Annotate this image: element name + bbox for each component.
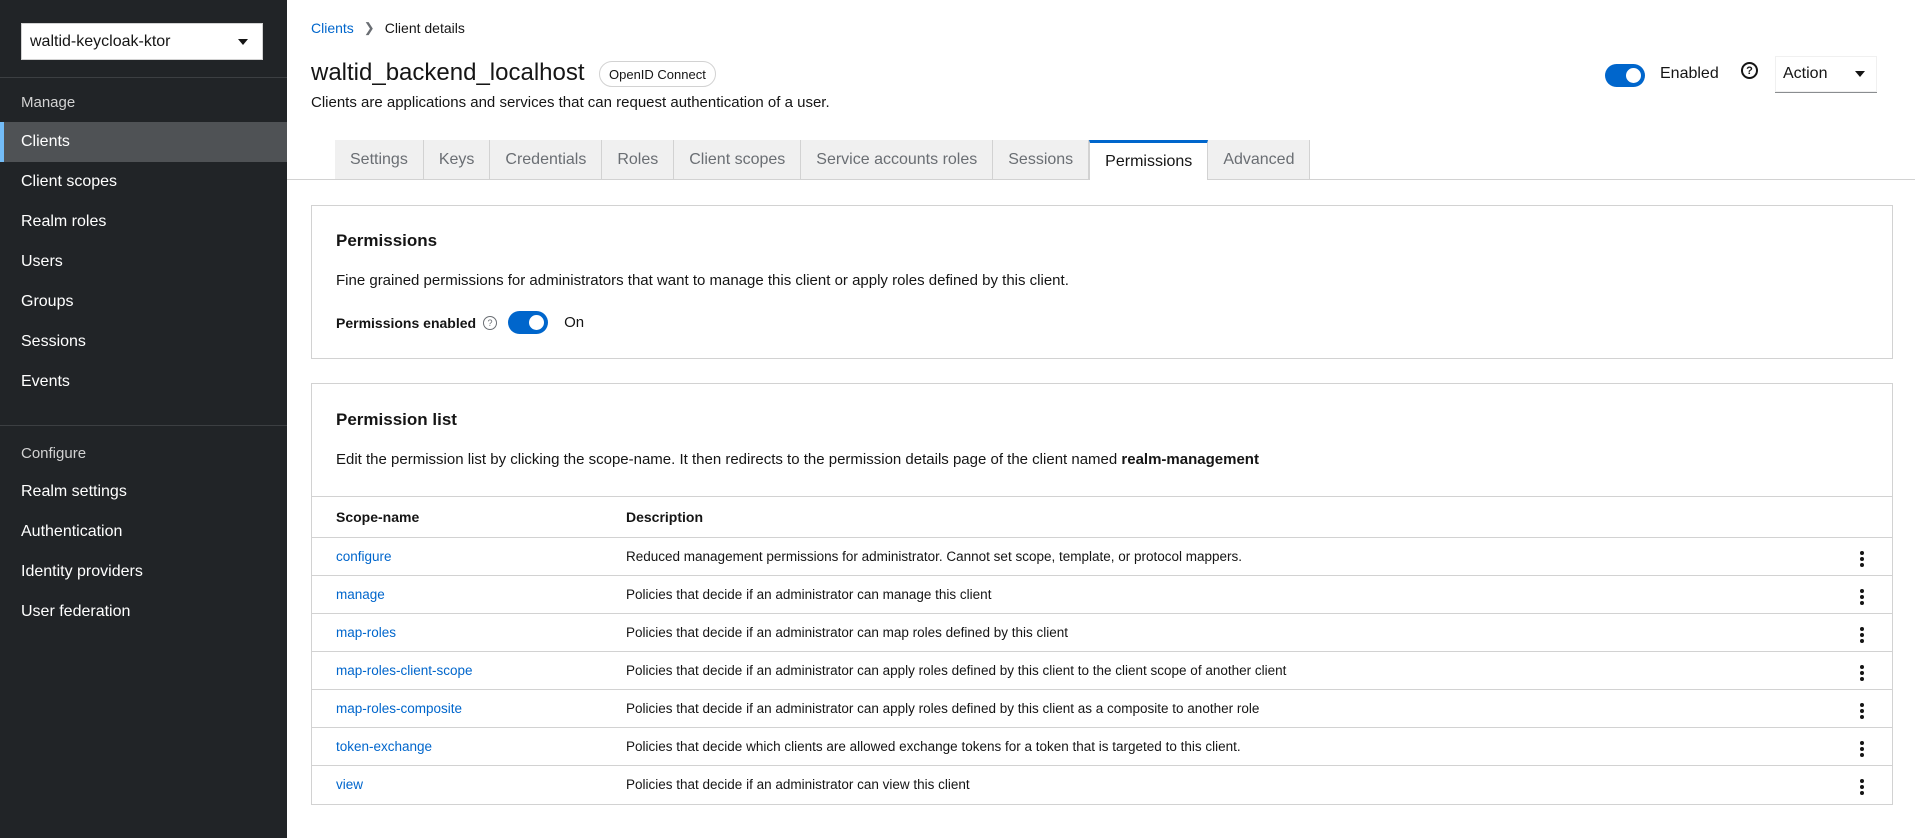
kebab-menu-icon[interactable] (1856, 699, 1868, 723)
caret-down-icon (238, 38, 248, 45)
table-header-row: Scope-name Description (312, 496, 1892, 538)
help-icon[interactable]: ? (1741, 62, 1758, 79)
tab-client-scopes[interactable]: Client scopes (674, 140, 802, 180)
scope-description: Policies that decide if an administrator… (626, 575, 1832, 614)
realm-name: waltid-keycloak-ktor (30, 32, 171, 50)
nav-section-configure: Configure (21, 445, 87, 462)
tab-settings[interactable]: Settings (335, 140, 424, 180)
scope-link[interactable]: map-roles-composite (336, 701, 462, 716)
nav-section-manage: Manage (21, 94, 76, 111)
realm-selector[interactable]: waltid-keycloak-ktor (21, 23, 263, 60)
kebab-menu-icon[interactable] (1856, 623, 1868, 647)
client-name: realm-management (1121, 451, 1259, 468)
action-dropdown[interactable]: Action (1775, 56, 1877, 93)
sidebar-divider (0, 425, 287, 426)
scope-description: Reduced management permissions for admin… (626, 537, 1832, 576)
page-title: waltid_backend_localhost (311, 59, 585, 86)
scope-link[interactable]: map-roles (336, 625, 396, 640)
breadcrumb: Clients ❯ Client details (311, 20, 465, 36)
protocol-badge: OpenID Connect (599, 61, 716, 87)
tab-credentials[interactable]: Credentials (490, 140, 603, 180)
sidebar-item-authentication[interactable]: Authentication (0, 512, 287, 552)
scope-link[interactable]: token-exchange (336, 739, 432, 754)
breadcrumb-current: Client details (384, 20, 465, 36)
tab-permissions[interactable]: Permissions (1089, 140, 1209, 180)
table-row: map-roles-composite Policies that decide… (312, 689, 1892, 728)
enabled-label: Enabled (1660, 65, 1719, 82)
permission-table: Scope-name Description configure Reduced… (312, 496, 1892, 804)
permissions-enabled-label: Permissions enabled (336, 314, 477, 331)
kebab-menu-icon[interactable] (1856, 661, 1868, 685)
scope-description: Policies that decide if an administrator… (626, 651, 1832, 690)
sidebar-item-groups[interactable]: Groups (0, 282, 287, 322)
toggle-state-label: On (564, 314, 585, 331)
permissions-enabled-toggle[interactable] (508, 311, 549, 334)
tab-advanced[interactable]: Advanced (1208, 140, 1311, 180)
table-row: token-exchange Policies that decide whic… (312, 727, 1892, 766)
kebab-menu-icon[interactable] (1856, 737, 1868, 761)
tab-keys[interactable]: Keys (423, 140, 491, 180)
sidebar-item-realm-roles[interactable]: Realm roles (0, 202, 287, 242)
kebab-menu-icon[interactable] (1856, 547, 1868, 571)
permission-list-description: Edit the permission list by clicking the… (336, 451, 1259, 468)
action-label: Action (1783, 65, 1828, 82)
scope-description: Policies that decide if an administrator… (626, 689, 1832, 728)
permission-list-title: Permission list (336, 410, 457, 429)
permissions-card-title: Permissions (336, 231, 438, 250)
scope-link[interactable]: view (336, 777, 363, 792)
table-row: manage Policies that decide if an admini… (312, 575, 1892, 614)
scope-link[interactable]: configure (336, 549, 392, 564)
sidebar-item-user-federation[interactable]: User federation (0, 592, 287, 632)
table-row: configure Reduced management permissions… (312, 537, 1892, 576)
permissions-card: Permissions Fine grained permissions for… (311, 205, 1893, 359)
sidebar: waltid-keycloak-ktor Manage Clients Clie… (0, 0, 287, 838)
description-text: Edit the permission list by clicking the… (336, 451, 1122, 468)
kebab-menu-icon[interactable] (1856, 585, 1868, 609)
caret-down-icon (1855, 71, 1865, 77)
sidebar-item-sessions[interactable]: Sessions (0, 322, 287, 362)
sidebar-divider (0, 77, 287, 78)
sidebar-item-client-scopes[interactable]: Client scopes (0, 162, 287, 202)
client-enabled-toggle[interactable] (1605, 64, 1645, 87)
permissions-card-description: Fine grained permissions for administrat… (336, 272, 1069, 289)
tab-roles[interactable]: Roles (602, 140, 675, 180)
column-header-scope-name[interactable]: Scope-name (312, 496, 626, 538)
column-header-description: Description (626, 496, 1832, 538)
tab-sessions[interactable]: Sessions (993, 140, 1090, 180)
tab-bar: Settings Keys Credentials Roles Client s… (335, 140, 1311, 180)
breadcrumb-clients-link[interactable]: Clients (311, 20, 354, 36)
permissions-enabled-row: Permissions enabled ? On (336, 311, 584, 334)
column-header-actions (1832, 496, 1892, 538)
sidebar-item-events[interactable]: Events (0, 362, 287, 402)
scope-description: Policies that decide which clients are a… (626, 727, 1832, 766)
chevron-right-icon: ❯ (363, 20, 375, 35)
table-row: map-roles-client-scope Policies that dec… (312, 651, 1892, 690)
scope-description: Policies that decide if an administrator… (626, 613, 1832, 652)
sidebar-item-clients[interactable]: Clients (0, 122, 287, 162)
sidebar-item-users[interactable]: Users (0, 242, 287, 282)
scope-link[interactable]: map-roles-client-scope (336, 663, 473, 678)
scope-description: Policies that decide if an administrator… (626, 777, 970, 793)
sidebar-item-identity-providers[interactable]: Identity providers (0, 552, 287, 592)
page-subtitle: Clients are applications and services th… (311, 94, 830, 111)
table-row: view Policies that decide if an administ… (312, 766, 1892, 804)
table-row: map-roles Policies that decide if an adm… (312, 613, 1892, 652)
permission-list-card: Permission list Edit the permission list… (311, 383, 1893, 805)
sidebar-item-realm-settings[interactable]: Realm settings (0, 472, 287, 512)
scope-link[interactable]: manage (336, 587, 385, 602)
tab-service-accounts-roles[interactable]: Service accounts roles (801, 140, 994, 180)
kebab-menu-icon[interactable] (1856, 775, 1868, 799)
help-icon[interactable]: ? (483, 315, 498, 330)
